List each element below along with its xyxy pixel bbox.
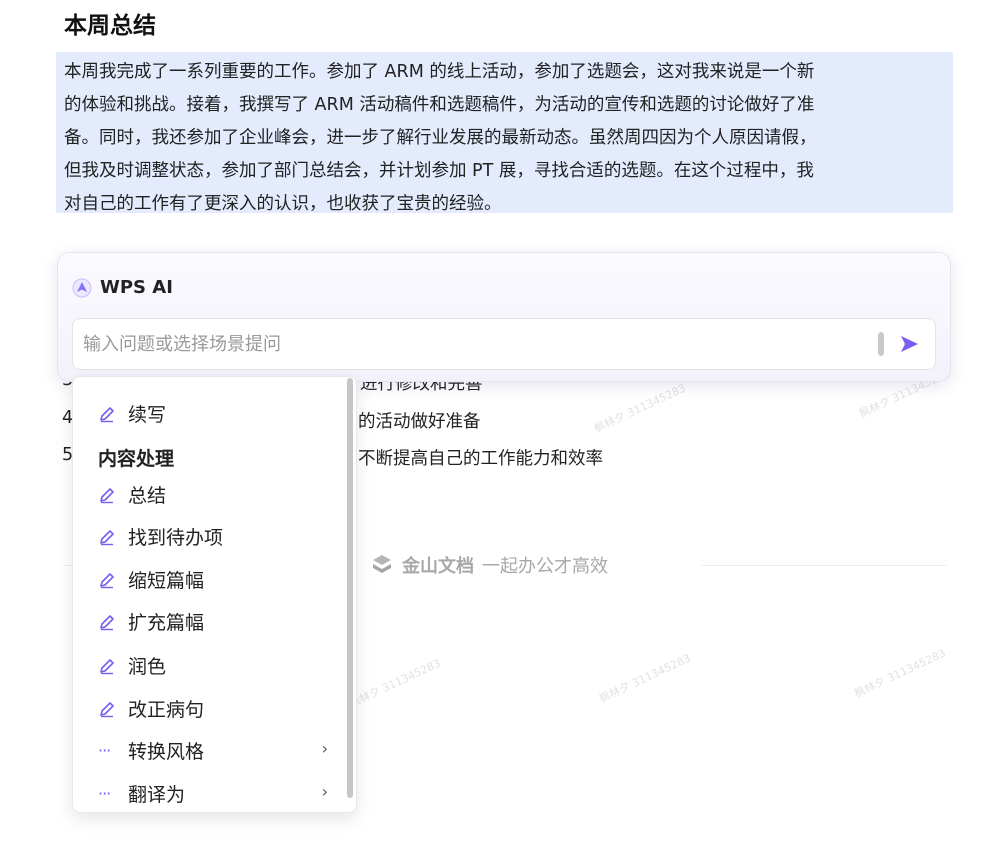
summary-line: 备。同时，我还参加了企业峰会，进一步了解行业发展的最新动态。虽然周四因为个人原因… — [64, 128, 817, 148]
ai-question-input[interactable] — [83, 319, 863, 369]
menu-item-continue-writing[interactable]: 续写 — [98, 400, 328, 427]
menu-item-label: 续写 — [128, 404, 167, 426]
pen-icon — [98, 405, 116, 423]
menu-item-shorten[interactable]: 缩短篇幅 — [98, 566, 328, 593]
ai-panel-header: WPS AI — [72, 277, 173, 298]
pen-icon — [98, 486, 116, 504]
wps-ai-logo-icon — [72, 278, 92, 298]
menu-item-label: 改正病句 — [128, 699, 205, 721]
send-arrow-icon — [901, 336, 918, 352]
menu-item-label: 转换风格 — [128, 741, 205, 763]
selected-summary-paragraph[interactable]: 本周我完成了一系列重要的工作。参加了 ARM 的线上活动，参加了选题会，这对我来… — [56, 52, 953, 214]
menu-item-fix-grammar[interactable]: 改正病句 — [98, 695, 328, 722]
menu-item-convert-style[interactable]: ··· 转换风格 › — [98, 737, 328, 764]
summary-line: 本周我完成了一系列重要的工作。参加了 ARM 的线上活动，参加了选题会，这对我来… — [64, 62, 815, 82]
footer-divider — [702, 565, 946, 566]
footer-brand: 金山文档 一起办公才高效 — [370, 552, 608, 578]
menu-item-translate[interactable]: ··· 翻译为 › — [98, 780, 328, 807]
menu-item-label: 扩充篇幅 — [128, 612, 205, 634]
watermark: 枫林夕 311345283 — [852, 646, 948, 701]
more-dots-icon: ··· — [98, 740, 111, 760]
list-text: 不断提高自己的工作能力和效率 — [358, 449, 603, 469]
menu-item-polish[interactable]: 润色 — [98, 652, 328, 679]
menu-item-label: 找到待办项 — [128, 527, 224, 549]
menu-scrollbar[interactable] — [347, 378, 353, 798]
send-button[interactable] — [895, 330, 923, 358]
more-dots-icon: ··· — [98, 783, 111, 803]
chevron-right-icon: › — [321, 739, 328, 758]
summary-line: 但我及时调整状态，参加了部门总结会，并计划参加 PT 展，寻找合适的选题。在这个… — [64, 161, 814, 181]
pen-icon — [98, 700, 116, 718]
summary-line: 对自己的工作有了更深入的认识，也收获了宝贵的经验。 — [64, 194, 502, 214]
menu-item-label: 润色 — [128, 656, 167, 678]
ai-scenario-menu: 续写 内容处理 总结 找到待办项 缩短篇幅 扩充篇幅 润色 改正病句 ··· 转… — [72, 376, 357, 813]
menu-item-summarize[interactable]: 总结 — [98, 481, 328, 508]
pen-icon — [98, 571, 116, 589]
menu-item-expand[interactable]: 扩充篇幅 — [98, 608, 328, 635]
chevron-right-icon: › — [321, 782, 328, 801]
summary-line: 的体验和挑战。接着，我撰写了 ARM 活动稿件和选题稿件，为活动的宣传和选题的讨… — [64, 95, 815, 115]
watermark: 枫林夕 311345283 — [592, 381, 688, 436]
menu-item-label: 总结 — [128, 485, 167, 507]
ai-question-box[interactable] — [72, 318, 936, 370]
list-text: 的活动做好准备 — [358, 412, 481, 432]
kdocs-logo-icon — [370, 553, 394, 577]
menu-group-label: 内容处理 — [98, 448, 175, 470]
brand-slogan: 一起办公才高效 — [482, 556, 608, 577]
document-title: 本周总结 — [64, 13, 156, 39]
menu-item-label: 翻译为 — [128, 784, 186, 806]
watermark: 枫林夕 311345283 — [347, 656, 443, 711]
pen-icon — [98, 528, 116, 546]
menu-item-label: 缩短篇幅 — [128, 570, 205, 592]
ai-panel-title: WPS AI — [100, 277, 173, 298]
brand-name: 金山文档 — [402, 556, 474, 577]
watermark: 枫林夕 311345283 — [597, 651, 693, 706]
pen-icon — [98, 613, 116, 631]
wps-ai-panel: WPS AI — [57, 252, 951, 382]
pen-icon — [98, 657, 116, 675]
input-divider — [878, 332, 884, 356]
menu-item-find-todos[interactable]: 找到待办项 — [98, 523, 328, 550]
